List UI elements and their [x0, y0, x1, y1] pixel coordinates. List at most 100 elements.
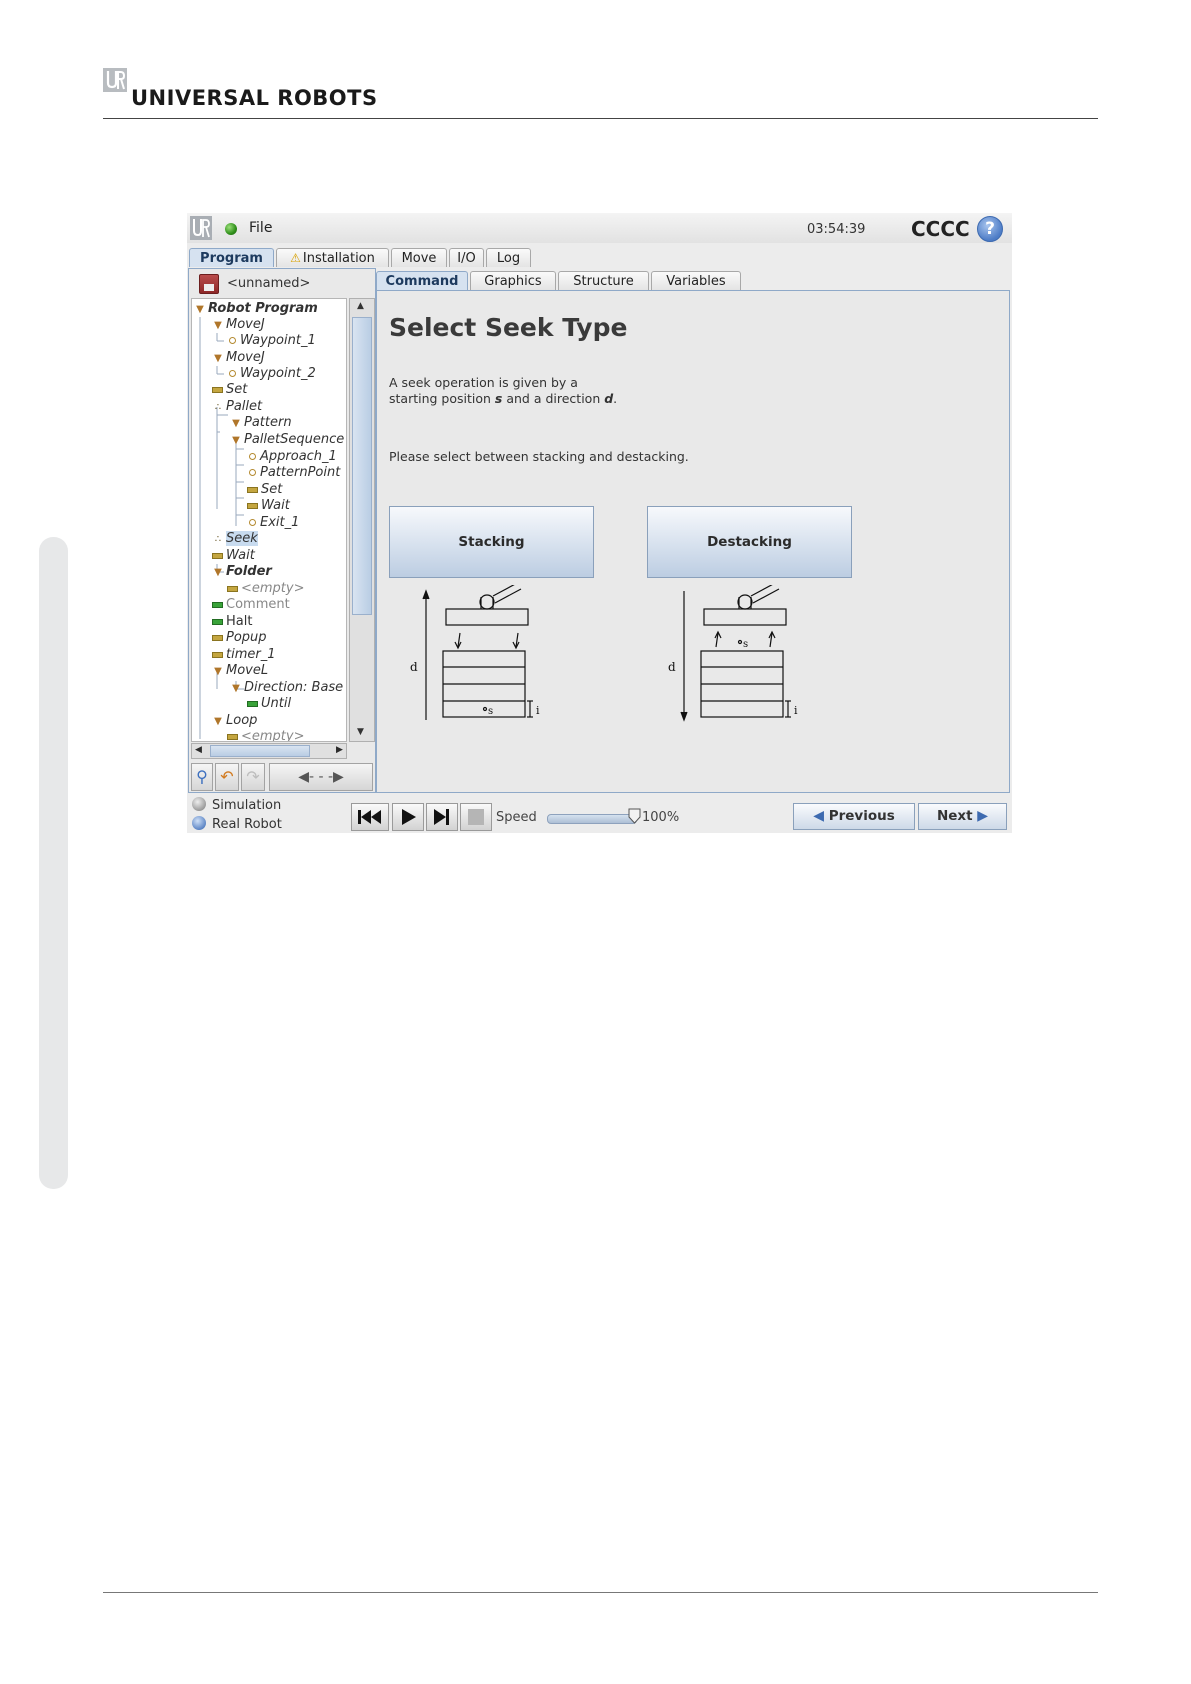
speed-slider-handle[interactable] — [628, 808, 641, 824]
undo-icon[interactable]: ↶ — [215, 763, 239, 791]
tree-node-folder[interactable]: ▼ Folder — [212, 564, 272, 580]
symbol-d: d — [604, 391, 614, 406]
tab-installation[interactable]: ⚠ Installation — [276, 248, 389, 267]
tree-node-waypoint-2[interactable]: Waypoint_2 — [227, 366, 316, 382]
robot-status-icon — [225, 223, 237, 235]
program-name: <unnamed> — [227, 276, 311, 291]
step-button[interactable] — [426, 803, 458, 831]
page-title: Select Seek Type — [389, 313, 628, 342]
direction-label: d — [668, 660, 676, 674]
triangle-icon: ▼ — [232, 435, 240, 446]
waypoint-icon — [249, 468, 256, 476]
stacking-button[interactable]: Stacking — [389, 506, 594, 578]
step-icon — [434, 809, 449, 825]
tree-node-popup[interactable]: Popup — [212, 630, 267, 646]
tree-node-seek[interactable]: ∴ Seek — [212, 531, 258, 547]
triangle-icon: ▼ — [214, 353, 222, 364]
stacking-diagram: d s i — [410, 585, 540, 720]
tab-log[interactable]: Log — [486, 248, 531, 267]
brand-name: UNIVERSAL ROBOTS — [131, 86, 378, 110]
search-icon[interactable]: ⚲ — [191, 763, 213, 791]
ur-logo-icon — [103, 68, 127, 92]
tree-node-empty-2[interactable]: <empty> — [227, 729, 305, 741]
tab-command[interactable]: Command — [376, 271, 468, 290]
tab-graphics[interactable]: Graphics — [470, 271, 556, 290]
description-line-2: starting position s and a direction d. — [389, 391, 618, 406]
file-menu[interactable]: File — [249, 220, 272, 236]
scroll-up-icon[interactable]: ▲ — [357, 301, 364, 311]
clock: 03:54:39 — [807, 222, 866, 237]
arrow-left-icon: ◀ — [813, 808, 824, 824]
tree-node-movel[interactable]: ▼ MoveL — [212, 663, 268, 679]
tree-node-until[interactable]: Until — [247, 696, 291, 712]
scroll-down-icon[interactable]: ▼ — [357, 727, 364, 737]
popup-icon — [212, 634, 223, 641]
tree-node-pallet-sequence[interactable]: ▼ PalletSequence — [230, 432, 344, 448]
play-button[interactable] — [392, 803, 424, 831]
tab-structure[interactable]: Structure — [558, 271, 649, 290]
tab-io[interactable]: I/O — [449, 248, 484, 267]
next-button[interactable]: Next ▶ — [918, 803, 1007, 830]
item-height-label: i — [794, 704, 798, 717]
simulation-radio[interactable]: Simulation — [192, 797, 281, 813]
set-icon — [212, 386, 223, 393]
real-robot-radio[interactable]: Real Robot — [192, 816, 282, 832]
seek-icon: ∴ — [214, 534, 222, 545]
bottom-bar: Simulation Real Robot Speed 100% ◀ Previ… — [187, 795, 1012, 833]
tree-node-pallet[interactable]: ∴ Pallet — [212, 399, 262, 415]
start-label: s — [488, 706, 493, 717]
tree-node-timer-1[interactable]: timer_1 — [212, 647, 276, 663]
save-icon[interactable] — [199, 274, 219, 294]
triangle-icon: ▼ — [214, 320, 222, 331]
header-rule — [103, 118, 1098, 119]
destacking-button[interactable]: Destacking — [647, 506, 852, 578]
program-tree-panel: <unnamed> ▼ Robot Program ▼ MoveJ Waypoi… — [188, 268, 376, 793]
rewind-icon — [358, 810, 381, 824]
tree-node-comment[interactable]: Comment — [212, 597, 290, 613]
tree-horizontal-scrollbar[interactable]: ◀ ▶ — [191, 743, 347, 759]
tab-move[interactable]: Move — [391, 248, 447, 267]
tree-node-exit-1[interactable]: Exit_1 — [247, 515, 299, 531]
scroll-left-icon[interactable]: ◀ — [195, 745, 202, 755]
comment-icon — [212, 601, 223, 608]
triangle-icon: ▼ — [232, 418, 240, 429]
scroll-right-icon[interactable]: ▶ — [336, 745, 343, 755]
warning-icon: ⚠ — [290, 251, 301, 265]
redo-icon[interactable]: ↷ — [241, 763, 265, 791]
empty-icon — [227, 585, 238, 592]
tree-node-movej-2[interactable]: ▼ MoveJ — [212, 350, 265, 366]
rewind-button[interactable] — [351, 803, 389, 831]
tree-node-set[interactable]: Set — [212, 382, 247, 398]
tree-vertical-scrollbar[interactable]: ▲ ▼ — [349, 298, 375, 742]
stop-icon — [468, 809, 484, 825]
tree-node-set-2[interactable]: Set — [247, 482, 282, 498]
help-button[interactable]: ? — [977, 216, 1003, 242]
waypoint-icon — [249, 452, 256, 460]
waypoint-icon — [229, 336, 236, 344]
previous-button[interactable]: ◀ Previous — [793, 803, 915, 830]
tree-node-wait-2[interactable]: Wait — [212, 548, 255, 564]
title-bar: File 03:54:39 CCCC ? — [187, 213, 1012, 243]
halt-icon — [212, 618, 223, 625]
tree-node-direction[interactable]: ▼ Direction: Base — [230, 680, 343, 696]
tree-node-pattern[interactable]: ▼ Pattern — [230, 415, 291, 431]
tree-node-wait[interactable]: Wait — [247, 498, 290, 514]
stop-button[interactable] — [460, 803, 492, 831]
move-node-icon[interactable]: ◀- - -▶ — [269, 763, 373, 791]
ur-logo-icon[interactable] — [190, 216, 212, 240]
tree-node-movej-1[interactable]: ▼ MoveJ — [212, 317, 265, 333]
scrollbar-thumb[interactable] — [210, 745, 310, 757]
tab-program[interactable]: Program — [189, 248, 274, 267]
speed-slider[interactable] — [547, 814, 637, 824]
scrollbar-thumb[interactable] — [352, 317, 372, 615]
tree-node-approach-1[interactable]: Approach_1 — [247, 449, 337, 465]
waypoint-icon — [249, 518, 256, 526]
program-tree[interactable]: ▼ Robot Program ▼ MoveJ Waypoint_1 ▼ MoveJ … — [191, 298, 347, 742]
tree-node-empty[interactable]: <empty> — [227, 581, 305, 597]
tab-variables[interactable]: Variables — [651, 271, 741, 290]
tree-node-halt[interactable]: Halt — [212, 614, 252, 630]
tree-node-robot-program[interactable]: ▼ Robot Program — [194, 301, 318, 317]
tree-node-waypoint-1[interactable]: Waypoint_1 — [227, 333, 316, 349]
tree-node-loop[interactable]: ▼ Loop — [212, 713, 257, 729]
tree-node-pattern-point[interactable]: PatternPoint — [247, 465, 340, 481]
